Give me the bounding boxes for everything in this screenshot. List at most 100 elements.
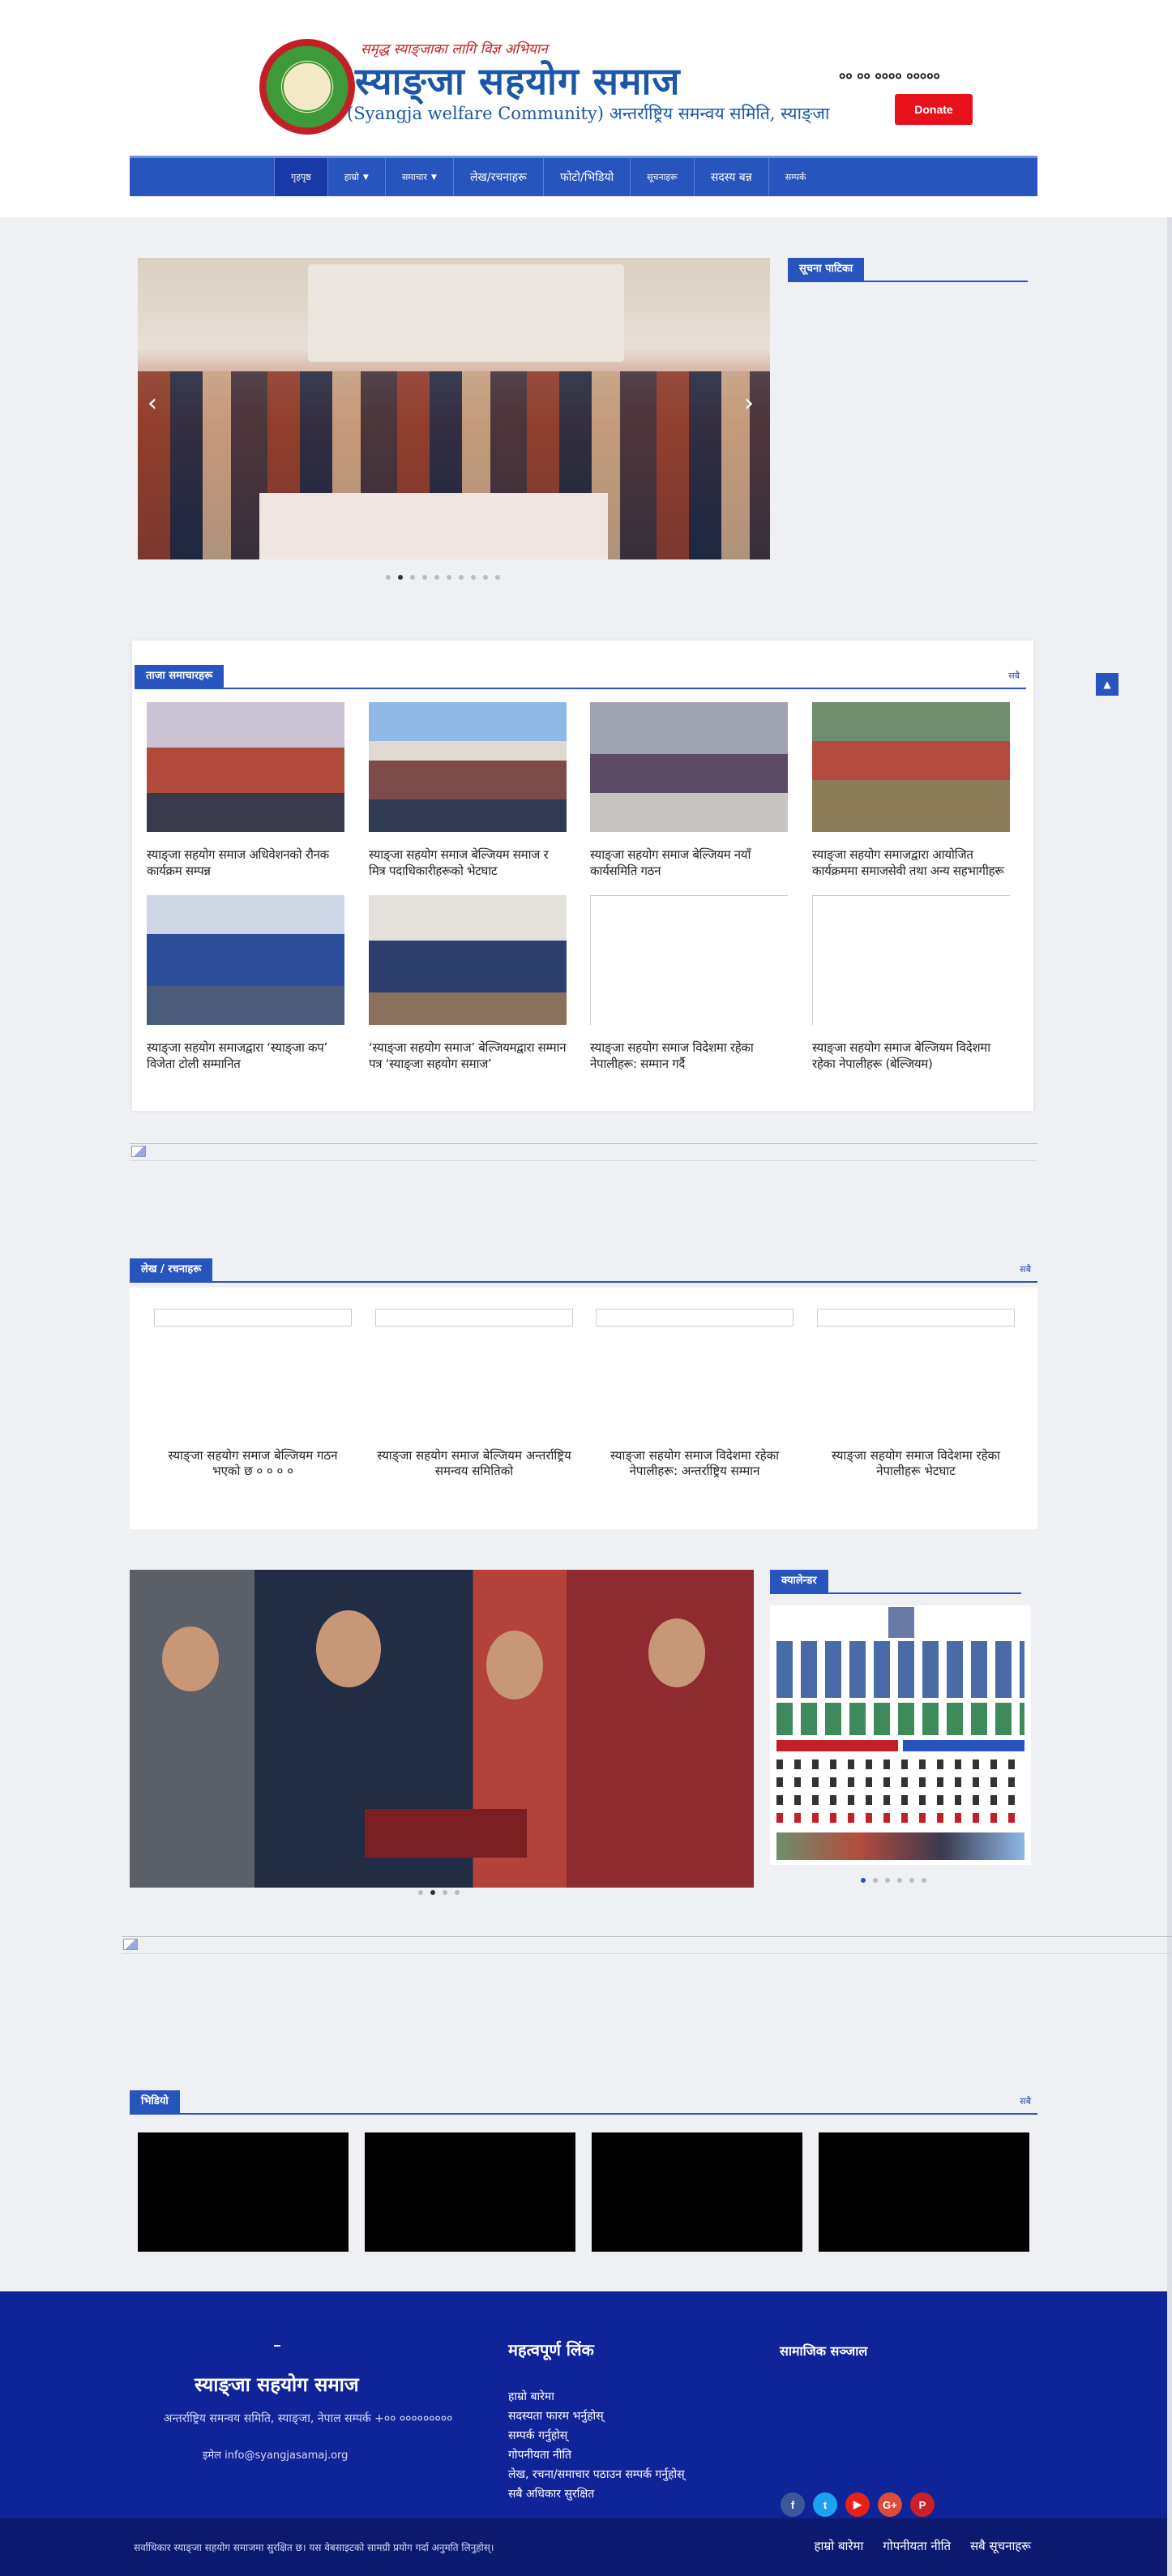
slider-dot[interactable]: [418, 1890, 423, 1895]
footer-link[interactable]: गोपनीयता नीति: [508, 2445, 685, 2465]
slider-prev-icon[interactable]: ‹: [148, 389, 157, 418]
calendar-image[interactable]: [770, 1605, 1031, 1865]
slider-dot[interactable]: [410, 575, 415, 580]
slider-dot[interactable]: [861, 1878, 866, 1883]
article-thumbnail[interactable]: [154, 1309, 352, 1327]
ad-banner[interactable]: [130, 1143, 1037, 1161]
article-title[interactable]: स्याङ्जा सहयोग समाज विदेशमा रहेका नेपाली…: [596, 1448, 793, 1479]
article-title[interactable]: स्याङ्जा सहयोग समाज विदेशमा रहेका नेपाली…: [817, 1448, 1015, 1479]
nav-item-contact[interactable]: सम्पर्क: [768, 158, 823, 196]
news-item[interactable]: स्याङ्जा सहयोग समाज विदेशमा रहेका नेपाली…: [590, 895, 788, 1072]
hero-slide-image[interactable]: [138, 258, 770, 559]
slider-dot[interactable]: [471, 575, 476, 580]
slider-dot[interactable]: [922, 1878, 926, 1883]
facebook-icon[interactable]: f: [781, 2492, 805, 2517]
footer-link[interactable]: सबै अधिकार सुरक्षित: [508, 2484, 685, 2504]
news-title[interactable]: स्याङ्जा सहयोग समाज विदेशमा रहेका नेपाली…: [590, 1039, 788, 1072]
news-title[interactable]: स्याङ्जा सहयोग समाजद्वारा आयोजित कार्यक्…: [812, 847, 1010, 879]
news-title[interactable]: स्याङ्जा सहयोग समाजद्वारा ‘स्याङ्जा कप’ …: [147, 1039, 344, 1072]
slider-dot[interactable]: [386, 575, 391, 580]
article-thumbnail[interactable]: [375, 1309, 573, 1327]
slider-dot[interactable]: [885, 1878, 890, 1883]
news-thumbnail[interactable]: [369, 702, 567, 832]
social-links: f t ▶ G+ P: [781, 2492, 935, 2517]
nav-item-notices[interactable]: सूचनाहरू: [630, 158, 694, 196]
video-player[interactable]: [592, 2132, 802, 2252]
pinterest-icon[interactable]: P: [910, 2492, 935, 2517]
article-title[interactable]: स्याङ्जा सहयोग समाज बेल्जियम गठन भएको छ …: [154, 1448, 352, 1479]
footer-link[interactable]: सदस्यता फारम भर्नुहोस्: [508, 2407, 685, 2426]
news-thumbnail[interactable]: [369, 895, 567, 1025]
broken-image-icon[interactable]: [812, 895, 1010, 1025]
news-item[interactable]: स्याङ्जा सहयोग समाजद्वारा आयोजित कार्यक्…: [812, 702, 1010, 879]
twitter-icon[interactable]: t: [813, 2492, 837, 2517]
news-item[interactable]: स्याङ्जा सहयोग समाजद्वारा ‘स्याङ्जा कप’ …: [147, 895, 344, 1072]
site-title[interactable]: स्याङ्जा सहयोग समाज: [355, 55, 681, 105]
article-item[interactable]: स्याङ्जा सहयोग समाज विदेशमा रहेका नेपाली…: [817, 1309, 1015, 1479]
article-item[interactable]: स्याङ्जा सहयोग समाज बेल्जियम अन्तर्राष्ट…: [375, 1309, 573, 1479]
youtube-icon[interactable]: ▶: [845, 2492, 870, 2517]
slider-dot[interactable]: [447, 575, 451, 580]
article-item[interactable]: स्याङ्जा सहयोग समाज बेल्जियम गठन भएको छ …: [154, 1309, 352, 1479]
footer-link[interactable]: सम्पर्क गर्नुहोस्: [508, 2426, 685, 2445]
view-all-link[interactable]: सबै: [1020, 1263, 1031, 1275]
ad-banner[interactable]: [122, 1936, 1172, 1954]
slider-dot[interactable]: [434, 575, 439, 580]
video-player[interactable]: [819, 2132, 1029, 2252]
news-thumbnail[interactable]: [147, 702, 344, 832]
bottom-link[interactable]: सबै सूचनाहरू: [970, 2538, 1031, 2554]
slider-dot[interactable]: [897, 1878, 902, 1883]
gallery-slide-image[interactable]: [130, 1570, 754, 1888]
slider-next-icon[interactable]: ›: [744, 389, 754, 418]
news-item[interactable]: स्याङ्जा सहयोग समाज अधिवेशनको रौनक कार्य…: [147, 702, 344, 879]
slider-dot[interactable]: [455, 1890, 460, 1895]
slider-dot[interactable]: [443, 1890, 447, 1895]
article-title[interactable]: स्याङ्जा सहयोग समाज बेल्जियम अन्तर्राष्ट…: [375, 1448, 573, 1479]
nav-item-articles[interactable]: लेख/रचनाहरू: [452, 158, 543, 196]
footer-link[interactable]: लेख, रचना/समाचार पठाउन सम्पर्क गर्नुहोस्: [508, 2465, 685, 2484]
video-player[interactable]: [365, 2132, 575, 2252]
slider-dot[interactable]: [483, 575, 488, 580]
view-all-link[interactable]: सबै: [1008, 670, 1020, 682]
slider-dot[interactable]: [495, 575, 500, 580]
news-item[interactable]: स्याङ्जा सहयोग समाज बेल्जियम समाज र मित्…: [369, 702, 567, 879]
nav-item-news[interactable]: समाचार ▼: [384, 158, 453, 196]
view-all-link[interactable]: सबै: [1020, 2095, 1031, 2107]
article-thumbnail[interactable]: [596, 1309, 793, 1327]
slider-dot[interactable]: [398, 575, 403, 580]
news-title[interactable]: स्याङ्जा सहयोग समाज बेल्जियम नयाँ कार्यस…: [590, 847, 788, 879]
broken-image-icon[interactable]: [590, 895, 788, 1025]
news-item[interactable]: ‘स्याङ्जा सहयोग समाज’ बेल्जियमद्वारा सम्…: [369, 895, 567, 1072]
slider-dot[interactable]: [430, 1890, 435, 1895]
footer-email[interactable]: इमेल info@syangjasamaj.org: [203, 2447, 348, 2462]
article-item[interactable]: स्याङ्जा सहयोग समाज विदेशमा रहेका नेपाली…: [596, 1309, 793, 1479]
news-thumbnail[interactable]: [590, 702, 788, 832]
news-title[interactable]: ‘स्याङ्जा सहयोग समाज’ बेल्जियमद्वारा सम्…: [369, 1039, 567, 1072]
nav-item-membership[interactable]: सदस्य बन्न: [693, 158, 768, 196]
slider-dot[interactable]: [909, 1878, 914, 1883]
nav-label: सूचनाहरू: [647, 172, 678, 182]
donate-button[interactable]: Donate: [895, 94, 973, 125]
news-item[interactable]: स्याङ्जा सहयोग समाज बेल्जियम विदेशमा रहे…: [812, 895, 1010, 1072]
article-thumbnail[interactable]: [817, 1309, 1015, 1327]
scroll-to-top-icon[interactable]: ▲: [1096, 673, 1119, 696]
bottom-link[interactable]: गोपनीयता नीति: [883, 2538, 951, 2554]
news-item[interactable]: स्याङ्जा सहयोग समाज बेल्जियम नयाँ कार्यस…: [590, 702, 788, 879]
google-plus-icon[interactable]: G+: [878, 2492, 902, 2517]
news-title[interactable]: स्याङ्जा सहयोग समाज अधिवेशनको रौनक कार्य…: [147, 847, 344, 879]
slider-dot[interactable]: [422, 575, 427, 580]
nav-label: लेख/रचनाहरू: [469, 171, 527, 184]
footer-link[interactable]: हाम्रो बारेमा: [508, 2387, 685, 2407]
nav-item-home[interactable]: गृहपृष्ठ: [274, 158, 327, 196]
video-player[interactable]: [138, 2132, 349, 2252]
bottom-link[interactable]: हाम्रो बारेमा: [815, 2538, 864, 2554]
slider-dot[interactable]: [459, 575, 464, 580]
news-title[interactable]: स्याङ्जा सहयोग समाज बेल्जियम विदेशमा रहे…: [812, 1039, 1010, 1072]
nav-item-about[interactable]: हाम्रो ▼: [327, 158, 385, 196]
news-title[interactable]: स्याङ्जा सहयोग समाज बेल्जियम समाज र मित्…: [369, 847, 567, 879]
news-thumbnail[interactable]: [812, 702, 1010, 832]
nav-item-gallery[interactable]: फोटो/भिडियो: [542, 158, 630, 196]
site-logo[interactable]: [259, 39, 355, 135]
news-thumbnail[interactable]: [147, 895, 344, 1025]
slider-dot[interactable]: [873, 1878, 878, 1883]
